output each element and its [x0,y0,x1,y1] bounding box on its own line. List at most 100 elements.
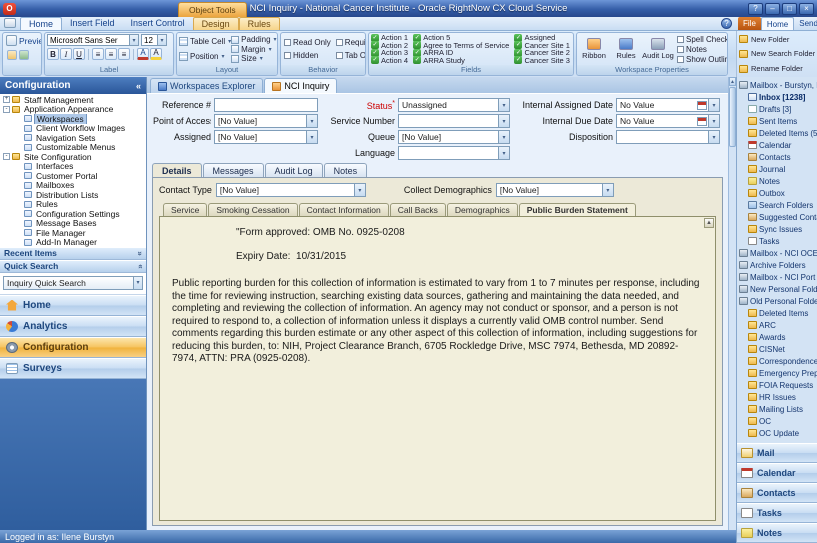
ribbon-tab[interactable]: Design [193,17,239,30]
internal-assigned-date-picker[interactable]: No Value ▾ [616,98,720,112]
mail-nav-item[interactable]: Calendar [737,463,817,483]
mail-nav-item[interactable]: Mail [737,443,817,463]
mail-folder-item[interactable]: Drafts [3] [737,103,817,115]
workspace-check[interactable]: Show Outline [677,55,728,64]
tree-item[interactable]: - Application Appearance [0,105,146,115]
close-button[interactable]: × [799,3,814,15]
align-left-icon[interactable]: ≡ [92,48,104,60]
highlight-color-button[interactable]: A [150,48,162,60]
tree-item[interactable]: Customer Portal [0,171,146,181]
tree-expander-icon[interactable]: - [3,153,10,160]
tree-item[interactable]: - Site Configuration [0,152,146,162]
mail-folder-item[interactable]: Tasks [737,235,817,247]
maximize-button[interactable]: □ [782,3,797,15]
underline-button[interactable]: U [73,48,85,60]
preview-button[interactable]: Preview [5,34,39,47]
mail-folder-item[interactable]: Mailbox - Burstyn, Bene (NIH... [737,79,817,91]
point-of-access-select[interactable]: [No Value] ▾ [214,114,318,128]
quick-search-select[interactable]: Inquiry Quick Search ▾ [3,276,143,290]
tree-item[interactable]: File Manager [0,228,146,238]
detail-sub-tab[interactable]: Call Backs [390,203,446,216]
mail-ribbon-button[interactable]: Rename Folder [739,64,815,73]
ribbon-tab[interactable]: Rules [239,17,280,30]
tree-item[interactable]: Interfaces [0,162,146,172]
mail-folder-item[interactable]: Contacts [737,151,817,163]
mail-folder-item[interactable]: Correspondence [737,355,817,367]
mail-folder-item[interactable]: Suggested Contacts [737,211,817,223]
behavior-toggle[interactable]: Read Only [284,38,331,47]
mail-folder-item[interactable]: Emergency Preparedne... [737,367,817,379]
queue-select[interactable]: [No Value] ▾ [398,130,510,144]
disposition-select[interactable]: ▾ [616,130,720,144]
behavior-toggle[interactable]: Tab Order [336,51,366,60]
mail-folder-item[interactable]: Mailbox - NCI Port Info of... [737,271,817,283]
layout-option-button[interactable]: Size ▾ [231,54,276,63]
recent-items-band[interactable]: Recent Items » [0,247,146,260]
main-scrollbar[interactable]: ▲ ▼ [728,77,736,543]
field-toggle[interactable]: ✓ Cancer Site 3 [514,56,571,65]
system-menu-icon[interactable] [4,18,16,28]
detail-sub-tab[interactable]: Contact Information [299,203,389,216]
mail-folder-item[interactable]: Awards [737,331,817,343]
mail-folder-item[interactable]: FOIA Requests [737,379,817,391]
image-tool-icon[interactable] [19,50,29,60]
workspace-tab[interactable]: NCI Inquiry [264,78,337,93]
scroll-up-icon[interactable]: ▲ [729,77,736,86]
tree-item[interactable]: Mailboxes [0,181,146,191]
mail-folder-item[interactable]: Calendar [737,139,817,151]
mail-folder-item[interactable]: New Personal Folders [737,283,817,295]
quick-search-band[interactable]: Quick Search » [0,260,146,273]
mail-nav-item[interactable]: Notes [737,523,817,543]
workspace-check[interactable]: Notes [677,45,728,54]
workspace-property-button[interactable]: Ribbon [579,34,609,64]
workspace-property-button[interactable]: Rules [611,34,641,64]
collect-demographics-select[interactable]: [No Value] ▾ [496,183,614,197]
font-family-select[interactable]: Microsoft Sans Ser ▾ [47,34,139,46]
scrollbar-thumb[interactable] [729,87,736,147]
ribbon-tab[interactable]: Insert Field [62,17,123,30]
detail-sub-tab[interactable]: Public Burden Statement [519,203,636,216]
align-right-icon[interactable]: ≡ [118,48,130,60]
detail-tab[interactable]: Notes [324,163,368,177]
mail-ribbon-button[interactable]: New Search Folder [739,49,815,58]
tree-item[interactable]: Navigation Sets [0,133,146,143]
mail-folder-item[interactable]: ARC [737,319,817,331]
tree-item[interactable]: Distribution Lists [0,190,146,200]
scroll-up-icon[interactable]: ▲ [704,218,714,228]
detail-sub-tab[interactable]: Service [163,203,207,216]
tree-item[interactable]: Customizable Menus [0,143,146,153]
mail-folder-item[interactable]: Deleted Items [737,307,817,319]
language-select[interactable]: ▾ [398,146,510,160]
mail-ribbon-button[interactable]: New Folder [739,35,815,44]
mail-folder-item[interactable]: Inbox [1238] [737,91,817,103]
tree-item[interactable]: Rules [0,200,146,210]
font-size-select[interactable]: 12 ▾ [141,34,167,46]
behavior-toggle[interactable]: Required [336,38,366,47]
mail-folder-item[interactable]: OC [737,415,817,427]
minimize-button[interactable]: – [765,3,780,15]
mail-folder-item[interactable]: Search Folders [737,199,817,211]
mail-folder-item[interactable]: Sent Items [737,115,817,127]
mail-folder-item[interactable]: OC Update [737,427,817,439]
layout-option-button[interactable]: Padding ▾ [231,35,276,44]
collapse-sidebar-icon[interactable]: « [136,81,141,91]
mail-folder-item[interactable]: Archive Folders [737,259,817,271]
tree-item[interactable]: Client Workflow Images [0,124,146,134]
behavior-toggle[interactable]: Hidden [284,51,331,60]
tree-item[interactable]: + Staff Management [0,95,146,105]
detail-sub-tab[interactable]: Demographics [447,203,518,216]
italic-button[interactable]: I [60,48,72,60]
scrollbar-track[interactable] [729,148,736,534]
ribbon-tab[interactable]: Home [20,17,62,30]
tree-item[interactable]: Configuration Settings [0,209,146,219]
mail-folder-item[interactable]: Outbox [737,187,817,199]
mail-ribbon-tab[interactable]: File [738,17,761,30]
mail-folder-item[interactable]: Journal [737,163,817,175]
mail-folder-item[interactable]: Notes [737,175,817,187]
mail-folder-item[interactable]: Sync Issues [737,223,817,235]
sidebar-nav-item[interactable]: Configuration [0,337,146,358]
tree-item[interactable]: Workspaces [0,114,146,124]
bold-button[interactable]: B [47,48,59,60]
tree-expander-icon[interactable]: - [3,106,10,113]
sidebar-nav-item[interactable]: Surveys [0,358,146,379]
